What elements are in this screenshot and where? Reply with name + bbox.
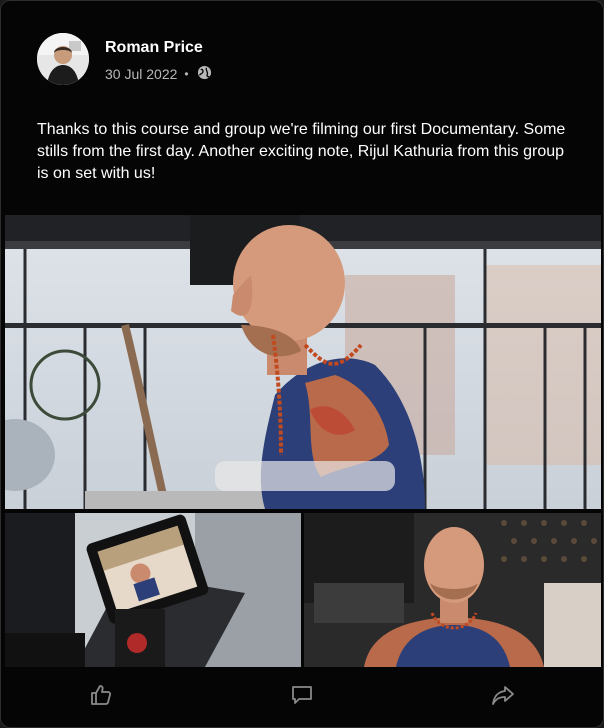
post-header: Roman Price 30 Jul 2022 • — [37, 33, 577, 87]
share-icon — [491, 683, 515, 712]
post-actions — [1, 667, 603, 727]
comment-icon — [290, 683, 314, 712]
portrait-still-image[interactable] — [304, 513, 601, 667]
post-date[interactable]: 30 Jul 2022 — [105, 66, 177, 82]
author-avatar[interactable] — [37, 33, 89, 85]
meta-separator: • — [184, 67, 189, 81]
thumbs-up-icon — [89, 683, 113, 712]
camera-still-image[interactable] — [5, 513, 301, 667]
author-name[interactable]: Roman Price — [105, 39, 203, 57]
share-button[interactable] — [473, 677, 533, 717]
post-body: Thanks to this course and group we're fi… — [37, 121, 566, 182]
post-media-grid — [5, 215, 601, 667]
like-button[interactable] — [71, 677, 131, 717]
post-card: Roman Price 30 Jul 2022 • Thanks to this… — [0, 0, 604, 728]
globe-icon — [197, 65, 212, 83]
main-still-image[interactable] — [5, 215, 601, 509]
comment-button[interactable] — [272, 677, 332, 717]
post-meta: 30 Jul 2022 • — [105, 65, 212, 83]
